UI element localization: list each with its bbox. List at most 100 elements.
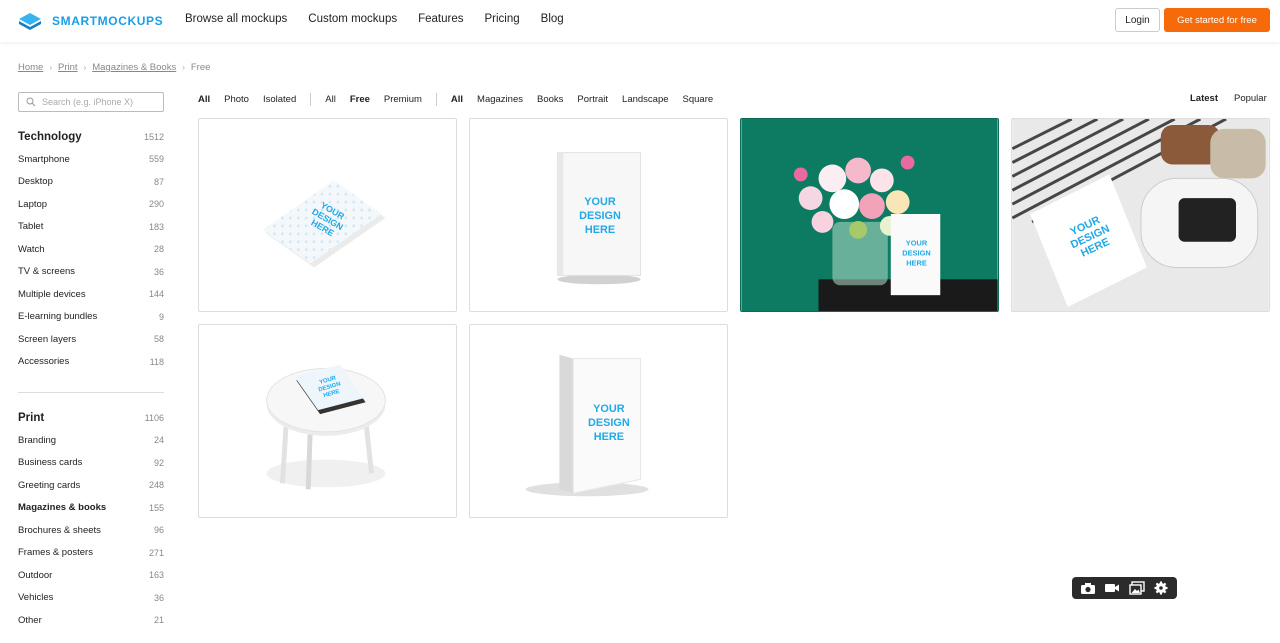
filter-format-square[interactable]: Square bbox=[683, 94, 714, 105]
filter-type-all[interactable]: All bbox=[198, 94, 210, 105]
sidebar-item-label: Other bbox=[18, 614, 42, 626]
category-count: 1106 bbox=[144, 413, 164, 423]
mockup-text-line: HERE bbox=[906, 258, 927, 267]
filter-format-all[interactable]: All bbox=[451, 94, 463, 105]
sidebar-item-count: 290 bbox=[148, 199, 164, 210]
search-input[interactable] bbox=[42, 97, 162, 107]
sidebar-item-desktop[interactable]: Desktop 87 bbox=[18, 171, 164, 194]
sidebar-item-count: 271 bbox=[148, 547, 164, 558]
filter-divider bbox=[310, 93, 312, 106]
sidebar-item-label: Laptop bbox=[18, 198, 48, 210]
mockup-text-line: DESIGN bbox=[902, 249, 930, 258]
sidebar-item-count: 118 bbox=[149, 356, 164, 367]
sidebar-item-tablet[interactable]: Tablet 183 bbox=[18, 216, 164, 239]
sidebar-item-frames-posters[interactable]: Frames & posters 271 bbox=[18, 542, 164, 565]
sidebar-item-vehicles[interactable]: Vehicles 36 bbox=[18, 587, 164, 610]
mockup-text-line: YOUR bbox=[584, 196, 616, 208]
sidebar-item-brochures-sheets[interactable]: Brochures & sheets 96 bbox=[18, 519, 164, 542]
sort-latest[interactable]: Latest bbox=[1190, 93, 1218, 104]
mockup-text-line: YOUR bbox=[906, 239, 928, 248]
sidebar-item-multiple-devices[interactable]: Multiple devices 144 bbox=[18, 283, 164, 306]
filter-format-landscape[interactable]: Landscape bbox=[622, 94, 668, 105]
flowers-book-photo: YOUR DESIGN HERE bbox=[741, 119, 998, 311]
breadcrumb-separator-icon: › bbox=[182, 63, 185, 72]
sidebar-item-label: Desktop bbox=[18, 176, 53, 188]
category-label: Print bbox=[18, 412, 45, 424]
mockup-card[interactable]: YOUR DESIGN HERE bbox=[198, 324, 457, 518]
nav-custom-mockups[interactable]: Custom mockups bbox=[308, 13, 397, 25]
sidebar-item-label: Magazines & books bbox=[18, 502, 107, 514]
mockup-text-line: DESIGN bbox=[579, 210, 621, 222]
filter-type-isolated[interactable]: Isolated bbox=[263, 94, 296, 105]
mockup-card[interactable]: YOUR DESIGN HERE bbox=[469, 118, 728, 312]
top-header: SMARTMOCKUPS Browse all mockups Custom m… bbox=[0, 0, 1280, 42]
sidebar-item-count: 163 bbox=[148, 570, 164, 581]
sidebar-item-count: 21 bbox=[153, 615, 164, 626]
sidebar-item-label: TV & screens bbox=[18, 266, 76, 278]
print-category-list: Print 1106 Branding 24 Business cards 92 G… bbox=[18, 407, 164, 632]
filter-format-magazines[interactable]: Magazines bbox=[477, 94, 523, 105]
logo-icon bbox=[19, 13, 41, 30]
filter-price-premium[interactable]: Premium bbox=[384, 94, 422, 105]
login-button[interactable]: Login bbox=[1115, 8, 1160, 32]
sidebar-item-business-cards[interactable]: Business cards 92 bbox=[18, 452, 164, 475]
breadcrumb-print[interactable]: Print bbox=[58, 62, 78, 73]
filter-type-photo[interactable]: Photo bbox=[224, 94, 249, 105]
get-started-button[interactable]: Get started for free bbox=[1164, 8, 1270, 32]
sidebar-item-count: 559 bbox=[148, 154, 164, 165]
camera-icon[interactable] bbox=[1079, 580, 1097, 596]
search-icon bbox=[26, 97, 36, 107]
sidebar-item-tv-screens[interactable]: TV & screens 36 bbox=[18, 261, 164, 284]
gear-icon[interactable] bbox=[1152, 580, 1170, 596]
gallery-icon[interactable] bbox=[1128, 580, 1146, 596]
filter-format-portrait[interactable]: Portrait bbox=[577, 94, 608, 105]
logo[interactable]: SMARTMOCKUPS bbox=[18, 11, 163, 31]
sidebar-item-count: 96 bbox=[153, 525, 164, 536]
sort-popular[interactable]: Popular bbox=[1234, 93, 1267, 104]
mockup-card[interactable]: YOUR DESIGN HERE bbox=[198, 118, 457, 312]
filter-price-free[interactable]: Free bbox=[350, 94, 370, 105]
nav-browse-all[interactable]: Browse all mockups bbox=[185, 13, 287, 25]
sidebar-item-laptop[interactable]: Laptop 290 bbox=[18, 193, 164, 216]
book-mockup-image: YOUR DESIGN HERE bbox=[556, 152, 642, 285]
filter-price-all[interactable]: All bbox=[325, 94, 336, 105]
mockup-text-line: HERE bbox=[594, 431, 624, 443]
category-technology[interactable]: Technology 1512 bbox=[18, 126, 164, 148]
breadcrumb-separator-icon: › bbox=[83, 63, 87, 72]
sidebar-item-outdoor[interactable]: Outdoor 163 bbox=[18, 564, 164, 587]
sidebar-item-other[interactable]: Other 21 bbox=[18, 609, 164, 632]
category-label: Technology bbox=[18, 131, 82, 143]
sidebar-item-label: Accessories bbox=[18, 356, 70, 368]
sidebar-item-count: 144 bbox=[148, 289, 164, 300]
mockup-card[interactable]: YOUR DESIGN HERE bbox=[469, 324, 728, 518]
sidebar-item-greeting-cards[interactable]: Greeting cards 248 bbox=[18, 474, 164, 497]
sidebar-item-watch[interactable]: Watch 28 bbox=[18, 238, 164, 261]
filter-format-books[interactable]: Books bbox=[537, 94, 563, 105]
sidebar-item-smartphone[interactable]: Smartphone 559 bbox=[18, 148, 164, 171]
mockup-text-line: HERE bbox=[585, 224, 615, 236]
nav-blog[interactable]: Blog bbox=[541, 13, 564, 25]
video-icon[interactable] bbox=[1103, 580, 1121, 596]
mockup-card[interactable]: YOUR DESIGN HERE bbox=[740, 118, 999, 312]
sidebar-item-e-learning-bundles[interactable]: E-learning bundles 9 bbox=[18, 306, 164, 329]
sidebar-item-label: Watch bbox=[18, 243, 45, 255]
filter-bar: All Photo Isolated All Free Premium All … bbox=[198, 93, 727, 106]
breadcrumb-home[interactable]: Home bbox=[18, 62, 43, 73]
breadcrumb-magazines-books[interactable]: Magazines & Books bbox=[92, 62, 176, 73]
sidebar-item-screen-layers[interactable]: Screen layers 58 bbox=[18, 328, 164, 351]
mockup-placeholder-text: YOUR DESIGN HERE bbox=[902, 239, 930, 268]
sidebar-item-count: 155 bbox=[148, 502, 164, 513]
sidebar-item-accessories[interactable]: Accessories 118 bbox=[18, 351, 164, 374]
mockup-card[interactable]: YOUR DESIGN HERE bbox=[1011, 118, 1270, 312]
sidebar-item-count: 87 bbox=[153, 176, 164, 187]
sidebar-item-count: 36 bbox=[153, 266, 164, 277]
sidebar-item-magazines-books[interactable]: Magazines & books 155 bbox=[18, 497, 164, 520]
sidebar-item-label: Multiple devices bbox=[18, 288, 86, 300]
nav-features[interactable]: Features bbox=[418, 13, 463, 25]
table-magazine-mockup-image: YOUR DESIGN HERE bbox=[266, 364, 386, 490]
sidebar-item-count: 58 bbox=[153, 334, 164, 345]
nav-pricing[interactable]: Pricing bbox=[485, 13, 520, 25]
sidebar-item-branding[interactable]: Branding 24 bbox=[18, 429, 164, 452]
sidebar-item-label: Screen layers bbox=[18, 333, 77, 345]
category-print[interactable]: Print 1106 bbox=[18, 407, 164, 429]
